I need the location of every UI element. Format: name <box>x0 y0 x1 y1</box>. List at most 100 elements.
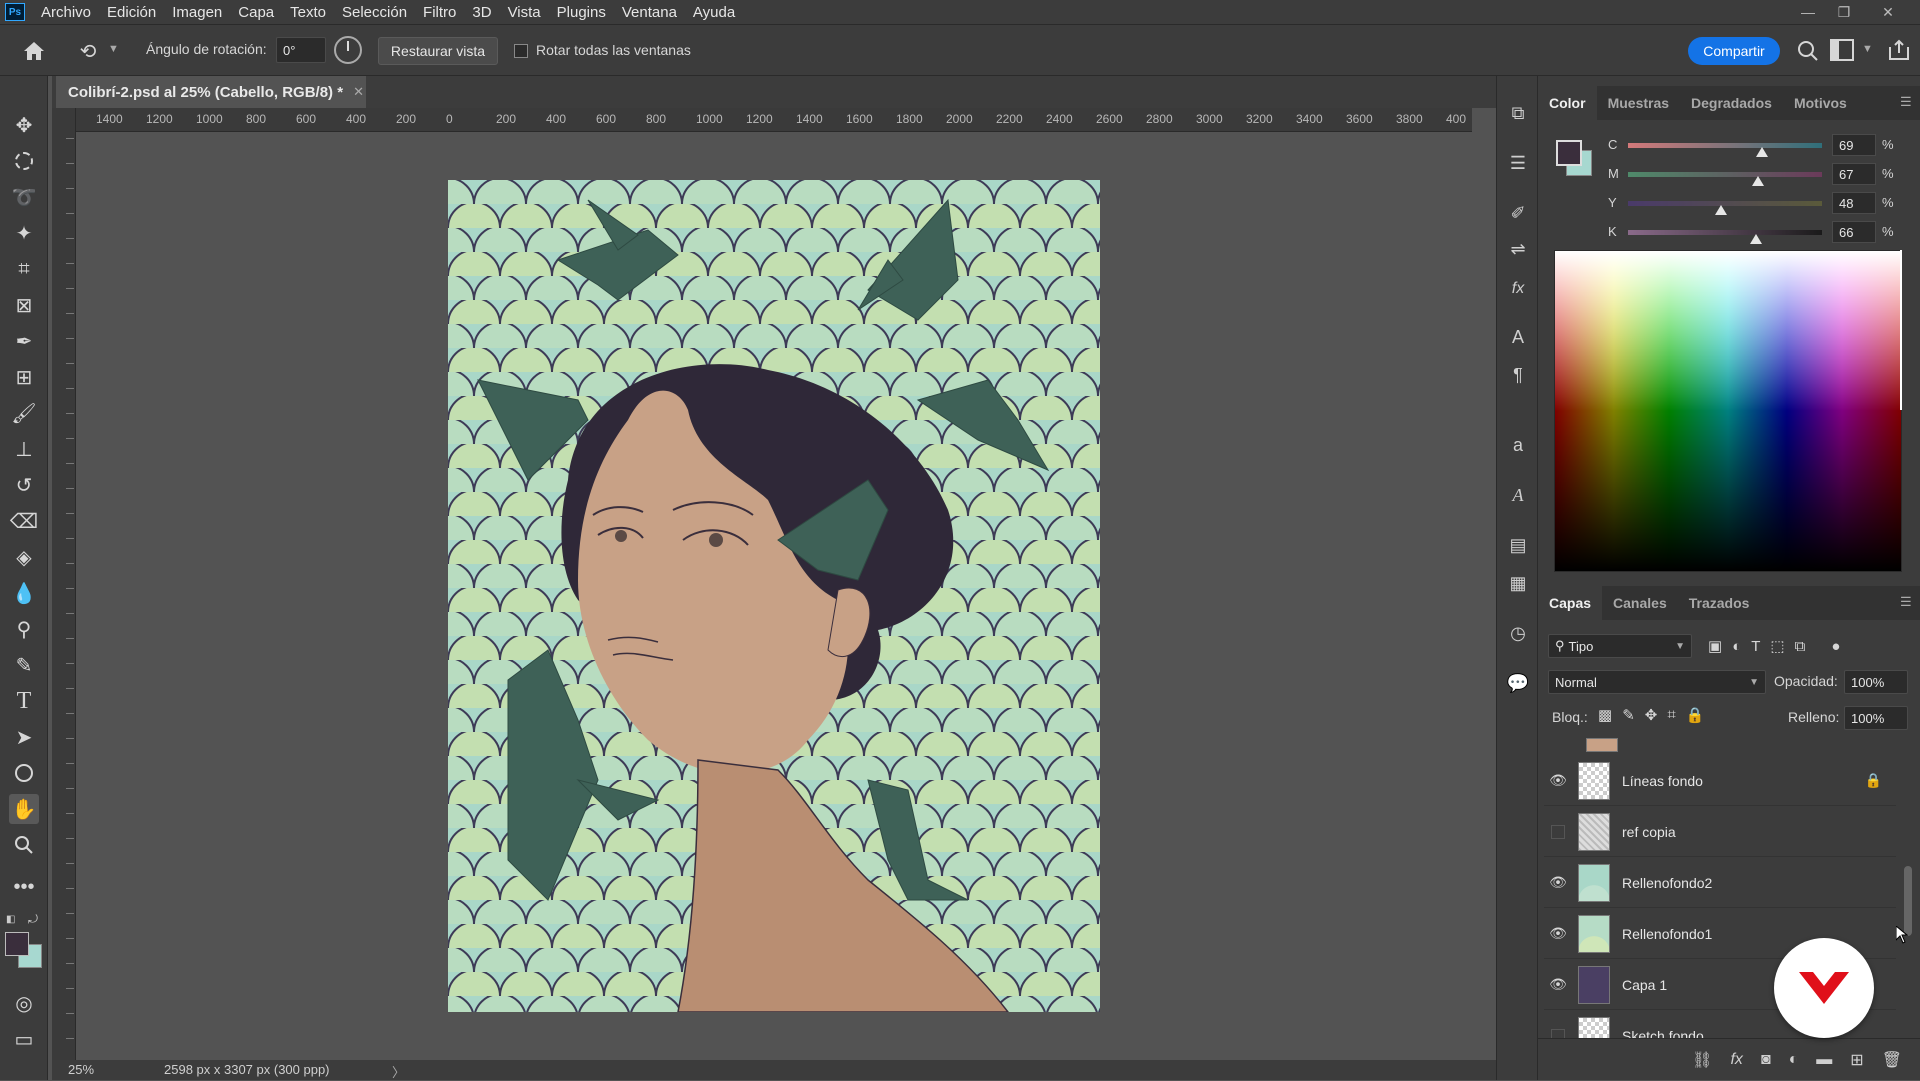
magic-wand-tool-icon[interactable]: ✦ <box>9 218 39 248</box>
channel-thumb[interactable] <box>1751 176 1764 186</box>
channel-thumb[interactable] <box>1750 234 1763 244</box>
menu-item-imagen[interactable]: Imagen <box>164 4 230 21</box>
menu-item-plugins[interactable]: Plugins <box>549 4 614 21</box>
history-icon[interactable]: ◷ <box>1505 620 1531 646</box>
share-button[interactable]: Compartir <box>1688 37 1780 65</box>
close-tab-icon[interactable]: ✕ <box>353 84 364 100</box>
frame-tool-icon[interactable]: ⊠ <box>9 290 39 320</box>
menu-item-archivo[interactable]: Archivo <box>33 4 99 21</box>
ellipse-tool-icon[interactable] <box>9 758 39 788</box>
new-group-icon[interactable]: ▬ <box>1816 1051 1832 1069</box>
screen-mode-icon[interactable]: ▭ <box>9 1024 39 1054</box>
layer-filter-select[interactable]: ⚲ Tipo ▼ <box>1548 634 1692 658</box>
notes-icon[interactable]: ▦ <box>1505 570 1531 596</box>
lock-artboard-icon[interactable]: ⌗ <box>1667 706 1675 724</box>
color-spectrum[interactable] <box>1554 250 1902 572</box>
layers-panel-tab-canales[interactable]: Canales <box>1602 586 1678 620</box>
menu-item-3d[interactable]: 3D <box>464 4 499 21</box>
workspace-icon[interactable] <box>1830 39 1854 61</box>
glyphs-icon[interactable]: a <box>1505 432 1531 458</box>
histogram-icon[interactable]: ⧉ <box>1505 100 1531 126</box>
clone-stamp-tool-icon[interactable]: ⊥ <box>9 434 39 464</box>
zoom-tool-icon[interactable] <box>9 830 39 860</box>
channel-track[interactable] <box>1628 143 1822 148</box>
chevron-down-icon[interactable]: ▼ <box>108 43 119 55</box>
default-colors-icon[interactable]: ◧ <box>6 914 15 925</box>
layer-row[interactable]: ref copia <box>1544 807 1896 857</box>
restore-icon[interactable]: ❐ <box>1826 0 1862 24</box>
visibility-eye-icon[interactable]: 👁 <box>1544 975 1572 995</box>
type-tool-icon[interactable]: T <box>9 686 39 716</box>
blur-tool-icon[interactable]: 💧 <box>9 578 39 608</box>
paint-bucket-tool-icon[interactable]: ◈ <box>9 542 39 572</box>
rotation-angle-input[interactable]: 0° <box>276 37 326 63</box>
visibility-eye-icon[interactable]: 👁 <box>1544 924 1572 944</box>
menu-item-vista[interactable]: Vista <box>500 4 549 21</box>
menu-item-selección[interactable]: Selección <box>334 4 415 21</box>
healing-brush-tool-icon[interactable]: ⊞ <box>9 362 39 392</box>
menu-item-edición[interactable]: Edición <box>99 4 164 21</box>
menu-item-ayuda[interactable]: Ayuda <box>685 4 743 21</box>
visibility-eye-icon[interactable]: 👁 <box>1544 873 1572 893</box>
filter-toggle-icon[interactable]: ● <box>1831 638 1840 655</box>
color-panel-tab-degradados[interactable]: Degradados <box>1680 86 1783 120</box>
brush-settings-icon[interactable]: ✐ <box>1505 200 1531 226</box>
dodge-tool-icon[interactable]: ⚲ <box>9 614 39 644</box>
channel-track[interactable] <box>1628 172 1822 177</box>
swap-colors-icon[interactable]: ⤾ <box>28 912 38 927</box>
lock-transparent-icon[interactable]: ▩ <box>1598 706 1612 724</box>
artwork-canvas[interactable] <box>448 180 1100 1012</box>
delete-layer-icon[interactable]: 🗑 <box>1882 1050 1902 1070</box>
crop-tool-icon[interactable]: ⌗ <box>9 254 39 284</box>
zoom-level[interactable]: 25% <box>68 1062 94 1077</box>
styles-fx-icon[interactable]: fx <box>1505 276 1531 302</box>
visibility-eye-icon[interactable]: 👁 <box>1544 771 1572 791</box>
layer-row[interactable]: 👁 Líneas fondo 🔒 <box>1544 756 1896 806</box>
new-layer-icon[interactable]: ⊞ <box>1850 1050 1863 1070</box>
add-mask-icon[interactable]: ◙ <box>1761 1051 1771 1069</box>
color-panel-foreground-swatch[interactable] <box>1556 140 1582 166</box>
reset-view-button[interactable]: Restaurar vista <box>378 37 498 65</box>
eraser-tool-icon[interactable]: ⌫ <box>9 506 39 536</box>
channel-value-input[interactable]: 48 <box>1832 192 1876 214</box>
rotate-view-tool-icon[interactable]: ⟲ <box>74 37 102 65</box>
channel-value-input[interactable]: 67 <box>1832 163 1876 185</box>
share-export-icon[interactable] <box>1886 37 1912 63</box>
opacity-input[interactable]: 100% <box>1844 670 1908 694</box>
rotate-all-windows-checkbox[interactable] <box>514 44 528 58</box>
visibility-toggle-empty[interactable] <box>1551 1028 1565 1038</box>
quick-mask-icon[interactable]: ◎ <box>9 988 39 1018</box>
fill-input[interactable]: 100% <box>1844 706 1908 730</box>
filter-pixel-icon[interactable]: ▣ <box>1708 637 1722 655</box>
brush-tool-icon[interactable]: 🖌 <box>9 398 39 428</box>
comments-icon[interactable]: 💬 <box>1505 670 1531 696</box>
layer-row[interactable]: 👁 Rellenofondo2 <box>1544 858 1896 908</box>
channel-thumb[interactable] <box>1715 205 1728 215</box>
filter-shape-icon[interactable]: ⬚ <box>1770 637 1784 655</box>
hand-rotate-tool-icon[interactable]: ✋ <box>9 794 39 824</box>
channel-value-input[interactable]: 66 <box>1832 221 1876 243</box>
menu-item-ventana[interactable]: Ventana <box>614 4 685 21</box>
blend-mode-select[interactable]: Normal ▼ <box>1548 670 1766 694</box>
paragraph-icon[interactable]: ¶ <box>1505 362 1531 388</box>
path-selection-tool-icon[interactable]: ➤ <box>9 722 39 752</box>
foreground-color-swatch[interactable] <box>5 932 29 956</box>
close-icon[interactable]: ✕ <box>1870 0 1906 24</box>
channel-thumb[interactable] <box>1755 147 1768 157</box>
menu-item-texto[interactable]: Texto <box>282 4 334 21</box>
filter-type-icon[interactable]: T <box>1751 638 1760 655</box>
menu-item-filtro[interactable]: Filtro <box>415 4 464 21</box>
color-panel-menu-icon[interactable]: ☰ <box>1900 94 1912 110</box>
layers-panel-tab-trazados[interactable]: Trazados <box>1678 586 1761 620</box>
lasso-tool-icon[interactable]: ➰ <box>9 182 39 212</box>
home-icon[interactable] <box>20 37 48 65</box>
marquee-tool-icon[interactable] <box>9 146 39 176</box>
channel-track[interactable] <box>1628 230 1822 235</box>
history-brush-tool-icon[interactable]: ↺ <box>9 470 39 500</box>
move-tool-icon[interactable]: ✥ <box>9 110 39 140</box>
layers-panel-tab-capas[interactable]: Capas <box>1538 586 1603 620</box>
status-chevron-icon[interactable]: 〉 <box>392 1062 405 1081</box>
lock-position-icon[interactable]: ✥ <box>1645 706 1658 724</box>
minimize-icon[interactable]: — <box>1790 0 1826 24</box>
layer-style-fx-icon[interactable]: fx <box>1730 1051 1742 1069</box>
